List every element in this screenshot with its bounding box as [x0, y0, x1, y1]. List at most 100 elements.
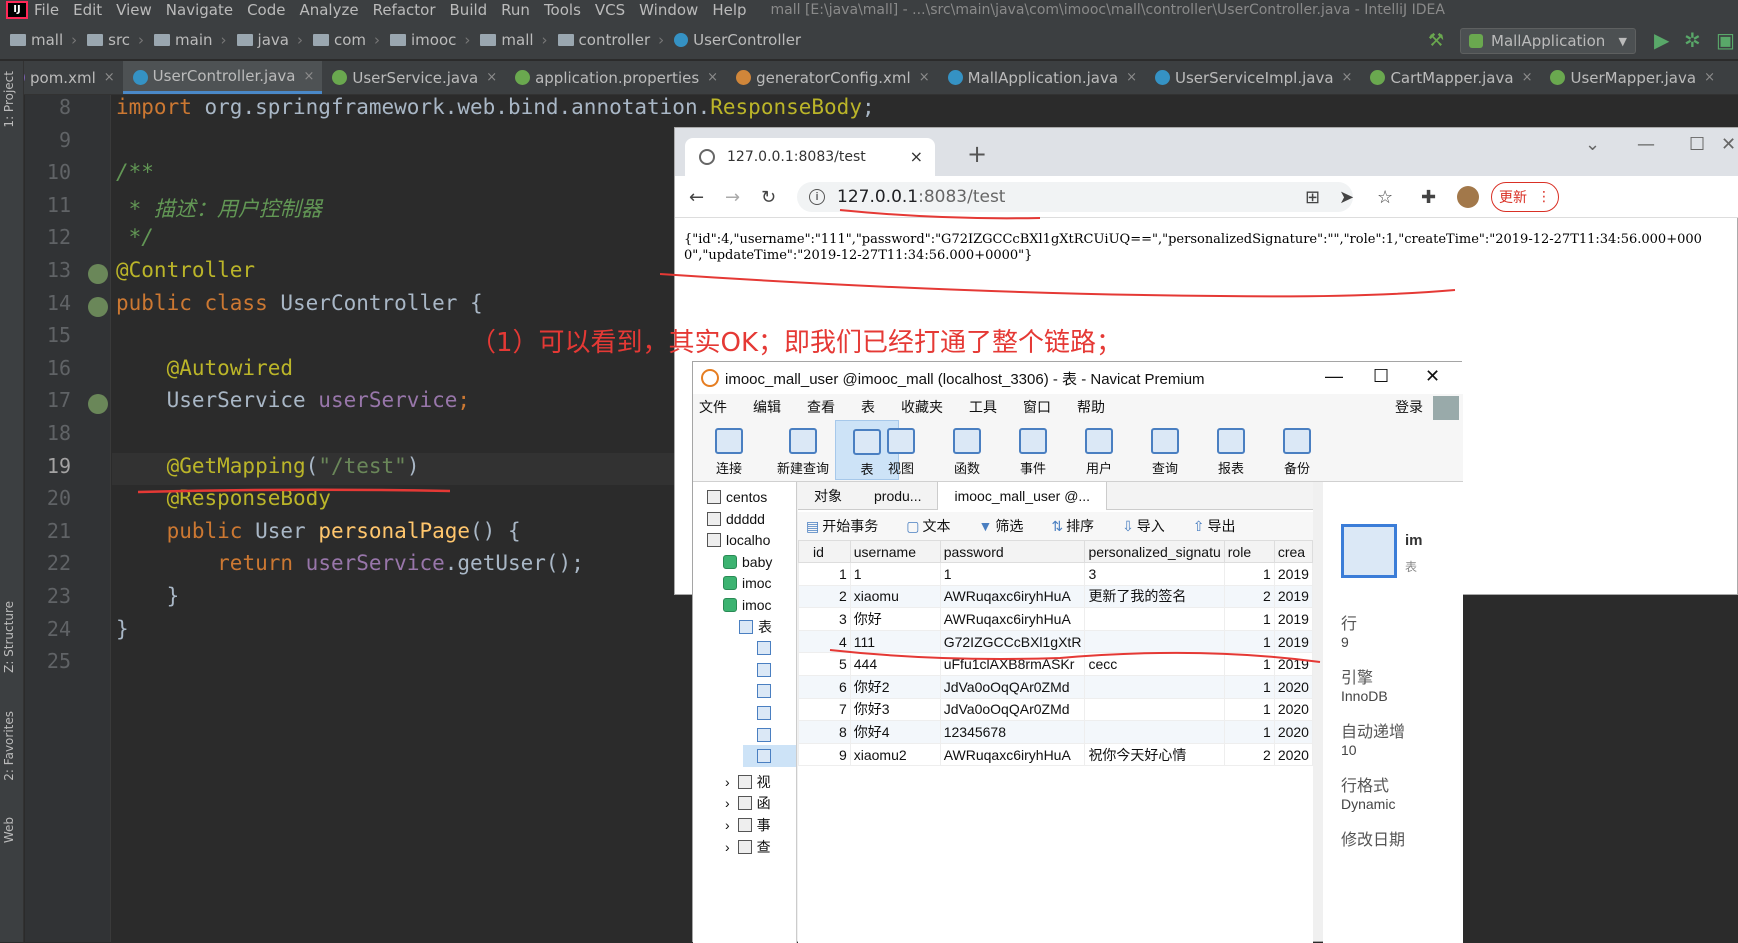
tree-folder-item[interactable]: › 函 [725, 792, 771, 814]
navicat-menu-item[interactable]: 表 [861, 397, 875, 417]
table-cell[interactable]: 7 [798, 697, 851, 722]
table-toolbar-filter-button[interactable]: ▼ 筛选 [978, 516, 1037, 536]
close-tab-icon[interactable]: × [919, 70, 930, 85]
menu-code[interactable]: Code [247, 1, 285, 19]
table-cell[interactable]: AWRuqaxc6iryhHuA [939, 607, 1086, 631]
table-cell[interactable]: 1 [1223, 607, 1275, 631]
run-icon[interactable]: ▶ [1654, 28, 1669, 52]
tree-table-item[interactable] [757, 680, 776, 702]
navicat-menu-item[interactable]: 文件 [699, 397, 727, 417]
column-header[interactable]: username [849, 540, 941, 563]
table-cell[interactable]: 你好2 [849, 674, 941, 699]
table-cell[interactable]: 1 [1223, 674, 1275, 699]
tab-usercontroller-java[interactable]: UserController.java × [122, 61, 323, 94]
tab-usermapper-java[interactable]: UserMapper.java × [1540, 61, 1723, 94]
table-cell[interactable]: 9 [798, 742, 851, 767]
autowired-icon[interactable] [88, 394, 108, 415]
tab-cartmapper-java[interactable]: CartMapper.java × [1360, 61, 1540, 94]
tree-folder-item[interactable]: › 视 [725, 771, 771, 793]
table-row[interactable]: 1 1 1 3 1 2019 [798, 562, 1314, 586]
spring-bean-icon[interactable] [88, 296, 108, 317]
debug-icon[interactable]: ✲ [1684, 28, 1701, 52]
web-tool-button[interactable]: Web [2, 817, 16, 843]
navicat-menu-item[interactable]: 查看 [807, 397, 835, 417]
menu-vcs[interactable]: VCS [595, 1, 625, 19]
breadcrumb-item[interactable]: UserController [674, 31, 801, 49]
menu-view[interactable]: View [116, 1, 152, 19]
navicat-menu-item[interactable]: 帮助 [1077, 397, 1105, 417]
table-cell[interactable]: 1 [849, 562, 941, 586]
close-tab-icon[interactable]: × [104, 70, 115, 85]
menu-window[interactable]: Window [639, 1, 698, 19]
table-cell[interactable]: 你好3 [849, 697, 941, 722]
spring-bean-icon[interactable] [88, 264, 108, 284]
tree-table-item[interactable] [757, 724, 776, 746]
table-cell[interactable]: xiaomu [849, 584, 941, 609]
tab-generatorconfig-xml[interactable]: generatorConfig.xml × [726, 61, 938, 94]
table-cell[interactable]: 1 [939, 562, 1086, 586]
table-cell[interactable]: 1 [1223, 697, 1275, 722]
tree-item[interactable]: centos [707, 486, 767, 508]
table-cell[interactable]: 2 [1223, 584, 1275, 609]
toolbar-function-button[interactable]: 函数 [935, 420, 999, 480]
table-cell[interactable]: 2020 [1273, 697, 1314, 722]
breadcrumb-item[interactable]: java › [236, 31, 303, 49]
toolbar-new-query-button[interactable]: 新建查询 [763, 420, 843, 480]
table-cell[interactable]: 祝你今天好心情 [1084, 742, 1225, 767]
toolbar-query-button[interactable]: 查询 [1133, 420, 1197, 480]
table-cell[interactable]: 2019 [1273, 607, 1314, 631]
update-button[interactable]: 更新 ⋮ [1491, 182, 1559, 212]
table-row[interactable]: 2 xiaomu AWRuqaxc6iryhHuA 更新了我的签名 2 2019 [798, 584, 1314, 609]
close-tab-icon[interactable]: × [1342, 70, 1353, 85]
login-link[interactable]: 登录 [1395, 397, 1423, 417]
toolbar-event-button[interactable]: 事件 [1001, 420, 1065, 480]
close-tab-icon[interactable]: × [910, 147, 923, 166]
table-toolbar-begin-transaction-button[interactable]: ▤ 开始事务 [806, 516, 892, 536]
table-cell[interactable]: xiaomu2 [849, 742, 941, 767]
navicat-menu-item[interactable]: 工具 [969, 397, 997, 417]
table-cell[interactable]: 2019 [1273, 584, 1314, 609]
toolbar-view-button[interactable]: 视图 [869, 420, 933, 480]
close-tab-icon[interactable]: × [707, 70, 718, 85]
table-row[interactable]: 6 你好2 JdVa0oOqQAr0ZMd 1 2020 [798, 674, 1314, 699]
minimize-icon[interactable]: — [1637, 134, 1655, 155]
user-avatar[interactable] [1433, 396, 1459, 420]
menu-help[interactable]: Help [712, 1, 746, 19]
table-toolbar-text-button[interactable]: ▢ 文本 [906, 516, 964, 536]
menu-analyze[interactable]: Analyze [299, 1, 358, 19]
table-cell[interactable]: 1 [1223, 720, 1275, 744]
table-cell[interactable]: 2020 [1273, 674, 1314, 699]
table-cell[interactable]: AWRuqaxc6iryhHuA [939, 742, 1086, 767]
close-tab-icon[interactable]: × [1522, 70, 1533, 85]
menu-navigate[interactable]: Navigate [166, 1, 233, 19]
table-row[interactable]: 8 你好4 12345678 1 2020 [798, 720, 1314, 744]
table-row[interactable]: 7 你好3 JdVa0oOqQAr0ZMd 1 2020 [798, 697, 1314, 722]
table-cell[interactable]: 1 [1223, 562, 1275, 586]
table-cell[interactable]: 你好4 [849, 720, 941, 744]
breadcrumb-item[interactable]: mall › [480, 31, 548, 49]
breadcrumb-item[interactable]: com › [312, 31, 380, 49]
run-config-select[interactable]: MallApplication ▼ [1460, 28, 1636, 54]
table-cell[interactable]: 你好 [849, 607, 941, 631]
table-row[interactable]: 3 你好 AWRuqaxc6iryhHuA 1 2019 [798, 607, 1314, 631]
table-cell[interactable]: 12345678 [939, 720, 1086, 744]
tab-mallapplication-java[interactable]: MallApplication.java × [938, 61, 1145, 94]
tree-table-item[interactable] [757, 659, 776, 681]
column-header[interactable]: personalized_signatu [1084, 540, 1225, 563]
maximize-icon[interactable]: ☐ [1689, 134, 1705, 155]
table-cell[interactable]: 2019 [1273, 562, 1314, 586]
object-tab[interactable]: imooc_mall_user @... [937, 481, 1108, 510]
table-cell[interactable] [1084, 607, 1225, 631]
code-editor[interactable]: import org.springframework.web.bind.anno… [112, 95, 875, 942]
breadcrumb-item[interactable]: main › [154, 31, 227, 49]
tab-userservice-java[interactable]: UserService.java × [322, 61, 505, 94]
tree-table-item[interactable] [743, 745, 796, 768]
table-cell[interactable]: 3 [1084, 562, 1225, 586]
toolbar-connect-button[interactable]: 连接 [697, 420, 761, 480]
navicat-menu-item[interactable]: 收藏夹 [901, 397, 943, 417]
tree-folder-item[interactable]: › 事 [725, 814, 771, 836]
table-cell[interactable]: JdVa0oOqQAr0ZMd [939, 674, 1086, 699]
table-cell[interactable]: JdVa0oOqQAr0ZMd [939, 697, 1086, 722]
table-cell[interactable] [1084, 674, 1225, 699]
favorites-tool-button[interactable]: 2: Favorites [2, 711, 16, 781]
